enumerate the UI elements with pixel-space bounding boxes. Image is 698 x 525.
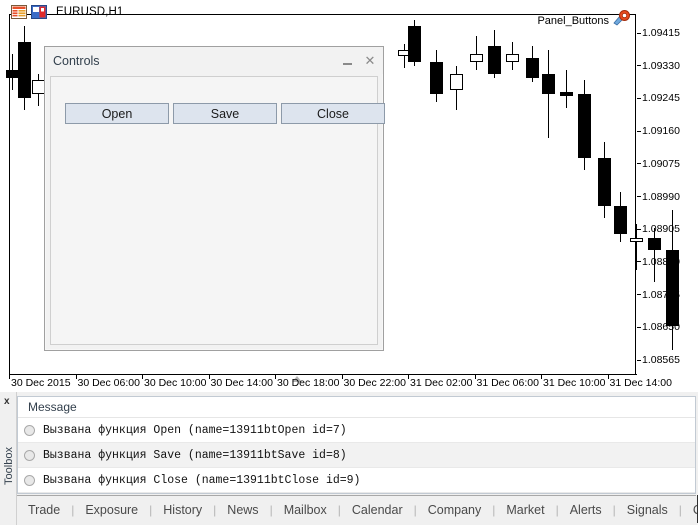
save-button[interactable]: Save — [173, 103, 277, 124]
chart-header: EURUSD,H1 — [11, 3, 123, 21]
candle-body — [526, 58, 539, 78]
toolbox-close-icon[interactable]: x — [4, 396, 10, 407]
time-tick — [342, 375, 343, 379]
metatrader-window: EURUSD,H1 Panel_Buttons 1.094151.093301.… — [0, 0, 698, 525]
time-tick — [76, 375, 77, 379]
price-tick-label: 1.08990 — [637, 191, 680, 203]
time-tick — [608, 375, 609, 379]
price-tick-label: 1.08905 — [637, 223, 680, 235]
time-tick — [142, 375, 143, 379]
message-row[interactable]: Вызвана функция Open (name=13911btOpen i… — [18, 418, 695, 443]
price-tick-label: 1.09160 — [637, 125, 680, 137]
message-text: Вызвана функция Close (name=13911btClose… — [43, 474, 360, 487]
candle-body — [542, 74, 555, 94]
minimize-icon[interactable] — [340, 54, 354, 68]
candle-wick — [404, 44, 405, 68]
candle-body — [598, 158, 611, 206]
tab-company[interactable]: Company — [417, 503, 493, 517]
expert-advisor-icon — [612, 9, 630, 32]
tab-alerts[interactable]: Alerts — [559, 503, 613, 517]
candle-body — [578, 94, 591, 158]
time-tick-label: 30 Dec 22:00 — [344, 377, 406, 389]
toolbox-label: Toolbox — [3, 440, 15, 492]
price-tick-label: 1.09330 — [637, 60, 680, 72]
tab-exposure[interactable]: Exposure — [74, 503, 149, 517]
toolbox-panel: x Toolbox Message Вызвана функция Open (… — [0, 392, 698, 525]
message-text: Вызвана функция Open (name=13911btOpen i… — [43, 424, 347, 437]
message-list[interactable]: Message Вызвана функция Open (name=13911… — [17, 396, 696, 494]
table-grid-icon — [11, 5, 27, 19]
candle-body — [18, 42, 31, 98]
candle-body — [614, 206, 627, 234]
price-axis[interactable]: 1.09415 1.09330 1.09245 1.09160 1.09075 1.089… — [637, 14, 698, 374]
expert-advisor-indicator[interactable]: Panel_Buttons — [537, 9, 630, 32]
price-tick-label: 1.08820 — [637, 256, 680, 268]
price-tick-label: 1.08735 — [637, 289, 680, 301]
tab-signals[interactable]: Signals — [616, 503, 679, 517]
tab-calendar[interactable]: Calendar — [341, 503, 414, 517]
candle-wick — [566, 70, 567, 108]
save-disk-icon — [31, 5, 47, 19]
time-tick-label: 30 Dec 18:00 — [277, 377, 339, 389]
time-tick — [475, 375, 476, 379]
tab-market[interactable]: Market — [495, 503, 555, 517]
price-tick-label: 1.09415 — [637, 27, 680, 39]
time-tick-label: 31 Dec 14:00 — [610, 377, 672, 389]
time-tick-label: 30 Dec 10:00 — [144, 377, 206, 389]
tab-mailbox[interactable]: Mailbox — [273, 503, 338, 517]
time-tick — [408, 375, 409, 379]
time-tick-label: 31 Dec 06:00 — [477, 377, 539, 389]
candle-wick — [476, 36, 477, 70]
close-button[interactable]: Close — [281, 103, 385, 124]
candle-body — [408, 26, 421, 62]
message-bullet-icon — [24, 425, 35, 436]
time-axis[interactable]: 30 Dec 2015 30 Dec 06:00 30 Dec 10:00 30 De… — [9, 374, 637, 392]
price-tick-label: 1.08565 — [637, 354, 680, 366]
message-row[interactable]: Вызвана функция Save (name=13911btSave i… — [18, 443, 695, 468]
time-tick-label: 30 Dec 2015 — [11, 377, 71, 389]
candle-body — [488, 46, 501, 74]
candle-wick — [548, 50, 549, 138]
message-rows: Вызвана функция Open (name=13911btOpen i… — [18, 418, 695, 493]
open-button[interactable]: Open — [65, 103, 169, 124]
dialog-title: Controls — [53, 54, 100, 68]
dialog-window-buttons: ✕ — [340, 47, 377, 74]
controls-dialog[interactable]: Controls ✕ Open Save Close — [44, 46, 384, 351]
time-tick-label: 30 Dec 06:00 — [78, 377, 140, 389]
candle-body — [560, 92, 573, 96]
message-column-header: Message — [18, 397, 695, 418]
tab-history[interactable]: History — [152, 503, 213, 517]
toolbox-tabs[interactable]: Trade|Exposure|History|News|Mailbox|Cale… — [17, 495, 696, 524]
time-tick — [209, 375, 210, 379]
time-tick-label: 31 Dec 02:00 — [410, 377, 472, 389]
time-tick — [541, 375, 542, 379]
price-tick-label: 1.09075 — [637, 158, 680, 170]
message-bullet-icon — [24, 450, 35, 461]
time-tick-label: 31 Dec 10:00 — [543, 377, 605, 389]
time-tick-label: 30 Dec 14:00 — [211, 377, 273, 389]
message-text: Вызвана функция Save (name=13911btSave i… — [43, 449, 347, 462]
candle-body — [470, 54, 483, 62]
tab-trade[interactable]: Trade — [17, 503, 71, 517]
dialog-button-row: Open Save Close — [65, 103, 385, 124]
tab-code-base[interactable]: Code Base — [682, 503, 698, 517]
message-bullet-icon — [24, 475, 35, 486]
expert-advisor-name: Panel_Buttons — [537, 15, 609, 27]
close-icon[interactable]: ✕ — [363, 54, 377, 68]
candle-body — [450, 74, 463, 90]
symbol-label: EURUSD,H1 — [56, 6, 123, 18]
toolbox-sidebar: x Toolbox — [0, 392, 17, 525]
message-row[interactable]: Вызвана функция Close (name=13911btClose… — [18, 468, 695, 493]
time-tick — [275, 375, 276, 379]
price-tick-label: 1.09245 — [637, 92, 680, 104]
tab-news[interactable]: News — [216, 503, 269, 517]
time-tick — [9, 375, 10, 379]
dialog-client-area: Open Save Close — [50, 76, 378, 345]
candle-body — [506, 54, 519, 62]
candle-body — [430, 62, 443, 94]
dialog-titlebar[interactable]: Controls ✕ — [45, 47, 383, 74]
price-tick-label: 1.08650 — [637, 321, 680, 333]
